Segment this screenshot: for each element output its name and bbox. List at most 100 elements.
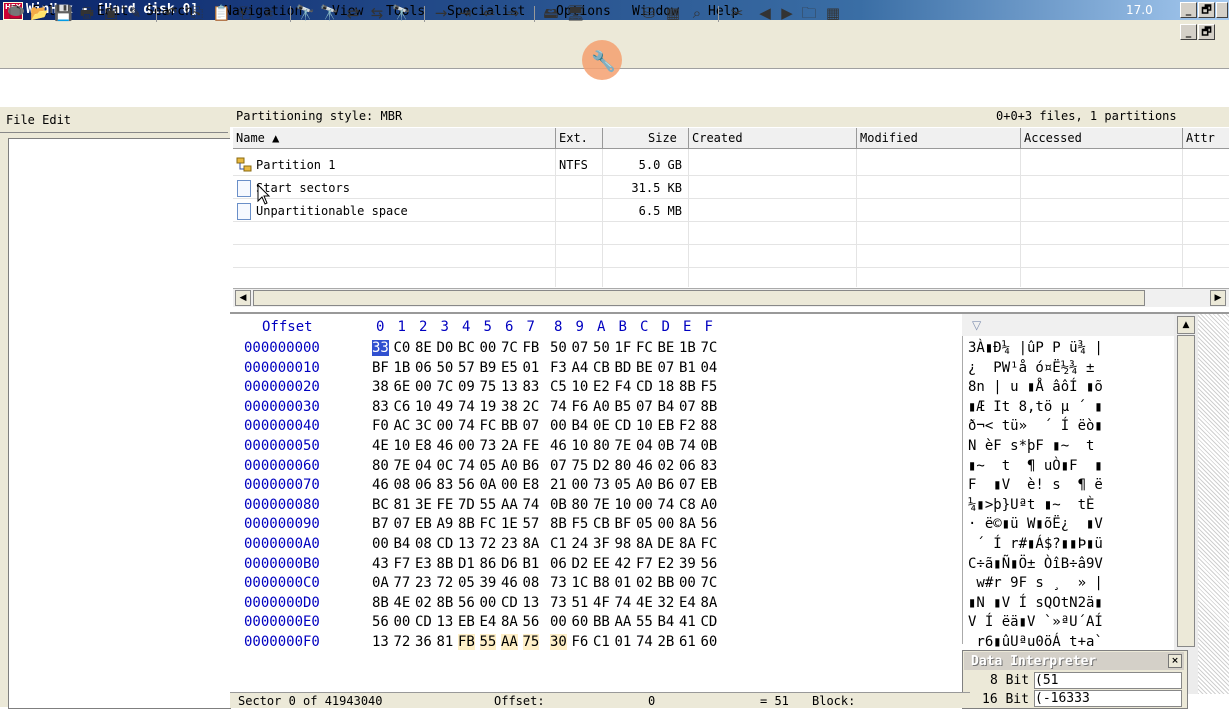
hex-byte[interactable]: 21	[550, 477, 567, 493]
grid-view-icon[interactable]: ▦	[824, 4, 842, 22]
paste-icon[interactable]: 📋	[212, 4, 231, 22]
hex-byte[interactable]: 1F	[615, 340, 632, 356]
hex-byte[interactable]: 00	[394, 614, 411, 630]
hex-offset[interactable]: 000000030	[244, 399, 320, 415]
hex-byte[interactable]: 07	[550, 458, 567, 474]
hex-text-row[interactable]: N èF s*þF ▮~ t	[968, 438, 1094, 454]
hex-text-row[interactable]: 3À▮Ð¼ |ûP P ü¾ |	[968, 340, 1103, 356]
hex-byte[interactable]: BC	[458, 340, 475, 356]
hex-text-row[interactable]: ¿ PW¹å ó¤Ë½¾ ±	[968, 360, 1094, 376]
hex-text-row[interactable]: ´ Í r#▮Á$?▮▮Þ▮ü	[968, 536, 1102, 552]
hex-byte[interactable]: 2A	[501, 438, 518, 454]
hex-byte[interactable]: A9	[437, 516, 454, 532]
hex-byte[interactable]: 80	[615, 458, 632, 474]
find-again-icon[interactable]: 🔭	[392, 4, 411, 22]
hex-byte[interactable]: 05	[636, 516, 653, 532]
hex-byte[interactable]: 4E	[636, 595, 653, 611]
hex-byte[interactable]: 56	[523, 614, 540, 630]
hex-byte[interactable]: 01	[615, 575, 632, 591]
hex-byte[interactable]: EB	[415, 516, 432, 532]
hex-byte[interactable]: EB	[458, 614, 475, 630]
hex-text-row[interactable]: 8n | u ▮Å âôÍ ▮õ	[968, 379, 1103, 395]
hex-byte[interactable]: 07	[523, 418, 540, 434]
next-icon[interactable]: ▶	[778, 4, 796, 22]
hex-byte[interactable]: 07	[679, 399, 696, 415]
hex-byte[interactable]: F7	[394, 556, 411, 572]
hex-byte[interactable]: 10	[394, 438, 411, 454]
binary-icon[interactable]: ⌗	[260, 4, 278, 22]
scroll-left-icon[interactable]: ◀	[235, 290, 251, 306]
left-panel-menu[interactable]: File Edit	[6, 113, 71, 127]
hex-byte[interactable]: 00	[501, 477, 518, 493]
hex-byte[interactable]: 04	[636, 438, 653, 454]
hex-byte[interactable]: 46	[636, 458, 653, 474]
hex-byte[interactable]: 74	[458, 399, 475, 415]
hex-byte[interactable]: 06	[415, 477, 432, 493]
calculator-icon[interactable]: ▦	[664, 4, 682, 22]
hex-byte[interactable]: 04	[415, 458, 432, 474]
hex-byte[interactable]: 55	[479, 634, 497, 650]
hex-byte[interactable]: 00	[437, 418, 454, 434]
column-name[interactable]: Name ▲	[236, 131, 279, 145]
hscroll-thumb[interactable]	[253, 290, 1145, 306]
hex-byte[interactable]: 13	[523, 595, 540, 611]
properties-icon[interactable]: ▣	[102, 4, 120, 22]
hex-byte[interactable]: 74	[458, 418, 475, 434]
hex-byte[interactable]: 18	[658, 379, 675, 395]
di-value-16bit[interactable]: (-16333	[1034, 690, 1182, 707]
hex-byte[interactable]: 81	[437, 634, 454, 650]
hex-byte[interactable]: CD	[701, 614, 718, 630]
hex-offset[interactable]: 000000090	[244, 516, 320, 532]
hex-byte[interactable]: 8E	[415, 340, 432, 356]
hex-byte[interactable]: 41	[679, 614, 696, 630]
hex-text-row[interactable]: ¼▮>þ}Uªt ▮~ tÈ	[968, 497, 1103, 513]
hex-byte[interactable]: 8B	[701, 399, 718, 415]
hex-byte[interactable]: B6	[523, 458, 540, 474]
hex-byte[interactable]: A4	[572, 360, 589, 376]
hex-byte[interactable]: BB	[501, 418, 518, 434]
hex-offset[interactable]: 000000040	[244, 418, 320, 434]
hex-byte[interactable]: 7C	[437, 379, 454, 395]
hex-byte[interactable]: BC	[372, 497, 389, 513]
hex-byte[interactable]: 57	[458, 360, 475, 376]
hex-byte[interactable]: 83	[701, 458, 718, 474]
doc-restore-button[interactable]: 🗗	[1198, 24, 1215, 40]
hex-text-row[interactable]: V Í ëä▮V `»ªU´AÍ	[968, 614, 1103, 630]
hex-byte[interactable]: 56	[372, 614, 389, 630]
hex-byte[interactable]: 10	[615, 497, 632, 513]
hex-byte[interactable]: D6	[501, 556, 518, 572]
hex-byte[interactable]: 23	[501, 536, 518, 552]
hex-byte[interactable]: 01	[615, 634, 632, 650]
hex-byte[interactable]: 8B	[437, 595, 454, 611]
hex-byte[interactable]: 39	[679, 556, 696, 572]
hex-text-row[interactable]: w#r 9F s ¸ » |	[968, 575, 1102, 591]
hex-byte[interactable]: CD	[437, 536, 454, 552]
hex-text-row[interactable]: ▮~ t ¶ uÒ▮F ▮	[968, 458, 1103, 474]
hex-offset[interactable]: 0000000F0	[244, 634, 320, 650]
hex-byte[interactable]: F3	[550, 360, 567, 376]
hex-text-row[interactable]: C÷ã▮Ñ▮Ö± ÒîB÷â9V	[968, 556, 1103, 572]
hex-byte[interactable]: 7D	[458, 497, 475, 513]
hex-offset[interactable]: 000000080	[244, 497, 320, 513]
hex-byte[interactable]: F5	[572, 516, 589, 532]
hex-byte[interactable]: BD	[615, 360, 632, 376]
hex-byte[interactable]: CD	[636, 379, 653, 395]
hex-byte[interactable]: 0B	[658, 438, 675, 454]
hex-byte[interactable]: 07	[636, 399, 653, 415]
hex-byte[interactable]: 74	[636, 634, 653, 650]
hex-byte[interactable]: 56	[701, 556, 718, 572]
hex-byte[interactable]: 88	[701, 418, 718, 434]
hex-byte[interactable]: 74	[615, 595, 632, 611]
column-attr[interactable]: Attr	[1186, 131, 1215, 145]
data-interpreter-close-icon[interactable]: ×	[1168, 654, 1182, 668]
hex-byte[interactable]: 83	[523, 379, 540, 395]
hex-byte[interactable]: 8B	[679, 379, 696, 395]
hex-byte[interactable]: 73	[593, 477, 610, 493]
hex-byte[interactable]: 2B	[658, 634, 675, 650]
hex-byte[interactable]: BB	[658, 575, 675, 591]
hex-byte[interactable]: 46	[372, 477, 389, 493]
hex-byte[interactable]: 10	[572, 379, 589, 395]
column-size[interactable]: Size	[648, 131, 677, 145]
hex-byte[interactable]: EB	[658, 418, 675, 434]
hex-byte[interactable]: F0	[372, 418, 389, 434]
